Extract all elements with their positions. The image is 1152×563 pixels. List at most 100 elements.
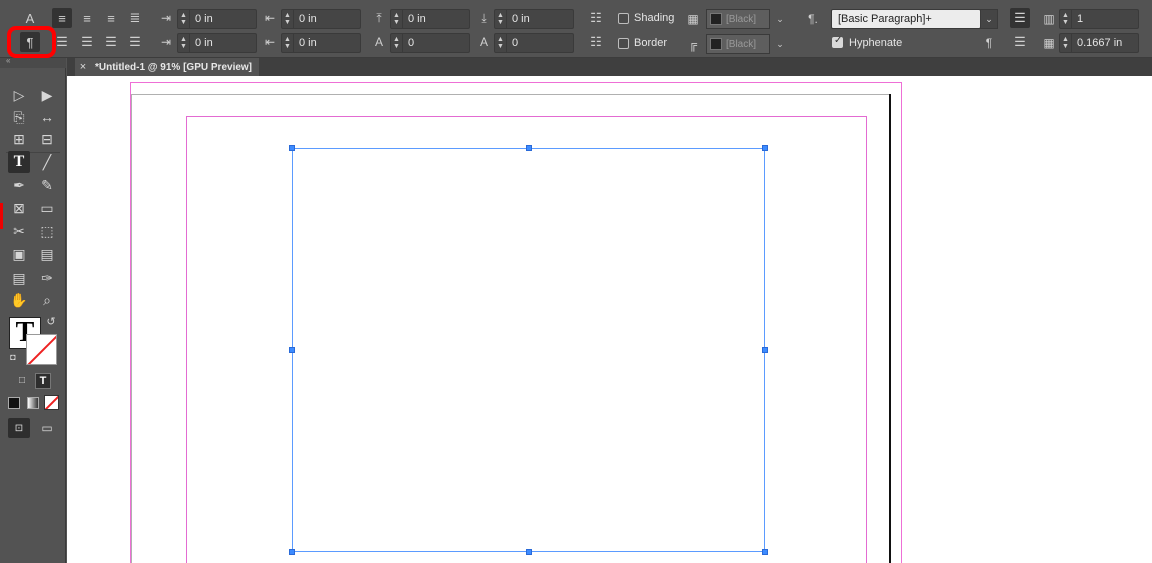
space-after-stepper[interactable]: ▲ ▼ xyxy=(495,10,507,28)
frame-handle-top-left[interactable] xyxy=(289,145,295,151)
screen-mode-button[interactable]: ▭ xyxy=(36,417,58,439)
hyphenate-checkbox[interactable] xyxy=(832,35,843,48)
gradient-swatch-tool[interactable]: ▣ xyxy=(8,243,30,265)
direct-selection-tool[interactable]: ▶ xyxy=(36,84,58,106)
gutter-field[interactable]: ▲ ▼ 0.1667 in xyxy=(1059,33,1139,53)
first-line-indent-field[interactable]: ▲ ▼ 0 in xyxy=(177,33,257,53)
stroke-swatch[interactable] xyxy=(26,334,57,365)
hyphenate-label: Hyphenate xyxy=(849,37,903,49)
pasteboard[interactable] xyxy=(67,76,1152,563)
text-format-icon: T xyxy=(39,375,47,387)
hand-tool[interactable]: ✋ xyxy=(8,289,30,311)
align-right-button[interactable]: ≡ xyxy=(101,8,121,28)
right-indent-stepper[interactable]: ▲ ▼ xyxy=(282,10,294,28)
default-fill-stroke-button[interactable]: ◘ xyxy=(6,350,20,364)
clear-overrides-icon[interactable]: ¶ xyxy=(980,34,998,52)
frame-x-icon: ⊠ xyxy=(13,199,25,216)
columns-stepper[interactable]: ▲ ▼ xyxy=(1060,10,1072,28)
last-line-indent-field[interactable]: ▲ ▼ 0 in xyxy=(281,33,361,53)
scissors-tool[interactable]: ✂ xyxy=(8,220,30,242)
content-collector-tool[interactable]: ⊞ xyxy=(8,128,30,150)
note-tool[interactable]: ▤ xyxy=(8,267,30,289)
indesign-window: A ¶ ≡ ≡ ≡ ≣ ☰ ☰ ☰ ☰ ⇥ ▲ ▼ 0 in ⇤ ▲ ▼ 0 in … xyxy=(0,0,1152,563)
border-settings-icon[interactable]: ╔ xyxy=(684,35,702,53)
frame-handle-middle-right[interactable] xyxy=(762,347,768,353)
text-frame[interactable] xyxy=(289,145,768,555)
tools-panel-grip[interactable]: « xyxy=(0,56,66,68)
frame-handle-middle-left[interactable] xyxy=(289,347,295,353)
drop-cap-chars-stepper[interactable]: ▲ ▼ xyxy=(495,34,507,52)
formatting-affects-text[interactable]: T xyxy=(35,373,51,389)
space-before-icon: ⤒ xyxy=(376,10,382,25)
selection-tool[interactable]: ▷ xyxy=(8,84,30,106)
justify-all-icon: ☰ xyxy=(105,34,117,49)
align-center-button[interactable]: ≡ xyxy=(77,8,97,28)
drop-cap-chars-field[interactable]: ▲ ▼ 0 xyxy=(494,33,574,53)
rectangle-tool[interactable]: ▭ xyxy=(36,197,58,219)
line-tool[interactable]: ╱ xyxy=(36,151,58,173)
shading-swatch-dropdown[interactable]: ⌄ xyxy=(771,9,789,29)
justify-right-button[interactable]: ☰ xyxy=(125,32,145,52)
last-line-indent-stepper[interactable]: ▲ ▼ xyxy=(282,34,294,52)
border-swatch-dropdown[interactable]: ⌄ xyxy=(771,34,789,54)
eyedropper-tool[interactable]: ✑ xyxy=(36,267,58,289)
character-mode-icon: A xyxy=(25,10,35,26)
apply-color-button[interactable] xyxy=(8,397,20,409)
last-line-indent-icon: ⇤ xyxy=(264,35,276,49)
document-tab[interactable]: × *Untitled-1 @ 91% [GPU Preview] xyxy=(75,58,259,76)
apply-none-button[interactable] xyxy=(44,395,59,410)
border-swatch-field[interactable]: [Black] xyxy=(706,34,770,54)
drop-cap-lines-field[interactable]: ▲ ▼ 0 xyxy=(390,33,470,53)
left-indent-stepper[interactable]: ▲ ▼ xyxy=(178,10,190,28)
gradient-feather-tool[interactable]: ▤ xyxy=(36,243,58,265)
justify-all-button[interactable]: ☰ xyxy=(101,32,121,52)
justify-center-button[interactable]: ☰ xyxy=(77,32,97,52)
frame-handle-bottom-right[interactable] xyxy=(762,549,768,555)
space-before-field[interactable]: ▲ ▼ 0 in xyxy=(390,9,470,29)
pen-tool[interactable]: ✒ xyxy=(8,174,30,196)
character-formatting-mode-button[interactable]: A xyxy=(20,8,40,28)
first-line-indent-stepper[interactable]: ▲ ▼ xyxy=(178,34,190,52)
apply-gradient-button[interactable] xyxy=(27,397,39,409)
space-after-field[interactable]: ▲ ▼ 0 in xyxy=(494,9,574,29)
border-swatch-value: [Black] xyxy=(726,38,757,50)
frame-handle-top-right[interactable] xyxy=(762,145,768,151)
align-to-baseline-grid-button[interactable]: ☰ xyxy=(1010,8,1030,28)
numbered-list-button[interactable]: ☷ xyxy=(586,32,606,52)
paragraph-style-dropdown[interactable]: ⌄ xyxy=(980,9,998,29)
free-transform-tool[interactable]: ⬚ xyxy=(36,220,58,242)
formatting-affects-container[interactable]: □ xyxy=(14,372,30,388)
drop-cap-lines-stepper[interactable]: ▲ ▼ xyxy=(391,34,403,52)
align-left-button[interactable]: ≡ xyxy=(52,8,72,28)
frame-handle-bottom-center[interactable] xyxy=(526,549,532,555)
align-right-icon: ≡ xyxy=(107,10,115,26)
shading-swatch-field[interactable]: [Black] xyxy=(706,9,770,29)
space-before-stepper[interactable]: ▲ ▼ xyxy=(391,10,403,28)
columns-icon: ▥ xyxy=(1043,12,1055,26)
content-placer-tool[interactable]: ⊟ xyxy=(36,128,58,150)
pencil-tool[interactable]: ✎ xyxy=(36,174,58,196)
type-tool[interactable]: T xyxy=(8,151,30,173)
swap-fill-stroke-button[interactable]: ↺ xyxy=(44,314,58,328)
drop-cap-chars-value: 0 xyxy=(512,37,519,49)
page-tool[interactable]: ⎘ xyxy=(8,106,30,128)
shading-checkbox[interactable] xyxy=(618,13,629,24)
frame-handle-top-center[interactable] xyxy=(526,145,532,151)
frame-handle-bottom-left[interactable] xyxy=(289,549,295,555)
zoom-tool[interactable]: ⌕ xyxy=(36,289,58,311)
gutter-stepper[interactable]: ▲ ▼ xyxy=(1060,34,1072,52)
border-checkbox[interactable] xyxy=(618,38,629,49)
align-spine-icon: ≣ xyxy=(129,10,141,25)
left-indent-field[interactable]: ▲ ▼ 0 in xyxy=(177,9,257,29)
rectangle-frame-tool[interactable]: ⊠ xyxy=(8,197,30,219)
bulleted-list-button[interactable]: ☷ xyxy=(586,8,606,28)
paragraph-style-select[interactable]: [Basic Paragraph]+ xyxy=(831,9,981,29)
do-not-align-grid-button[interactable]: ☰ xyxy=(1010,32,1030,52)
close-tab-icon[interactable]: × xyxy=(75,61,91,73)
normal-view-mode-button[interactable]: ⊡ xyxy=(8,418,30,438)
align-towards-spine-button[interactable]: ≣ xyxy=(125,8,145,28)
gap-tool[interactable]: ↔ xyxy=(36,106,58,128)
justify-left-button[interactable]: ☰ xyxy=(52,32,72,52)
right-indent-field[interactable]: ▲ ▼ 0 in xyxy=(281,9,361,29)
columns-field[interactable]: ▲ ▼ 1 xyxy=(1059,9,1139,29)
